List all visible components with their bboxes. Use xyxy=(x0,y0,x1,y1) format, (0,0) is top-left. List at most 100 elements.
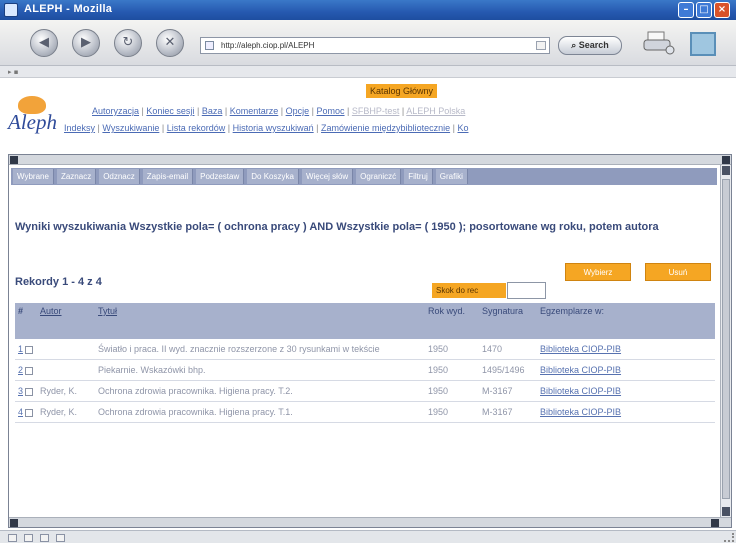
col-title[interactable]: Tytuł xyxy=(95,303,425,339)
status-chat-icon[interactable] xyxy=(40,534,49,542)
scroll-left-icon[interactable] xyxy=(10,156,18,164)
row-copies-link[interactable]: Biblioteka CIOP-PIB xyxy=(540,407,621,417)
header-links-row1: Autoryzacja | Koniec sesji | Baza | Kome… xyxy=(92,106,466,116)
table-row: 2 Piekarnie. Wskazówki bhp. 1950 1495/14… xyxy=(15,359,715,381)
row-title: Ochrona zdrowia pracownika. Higiena prac… xyxy=(95,401,425,423)
row-signature: M-3167 xyxy=(479,401,537,423)
row-author: Ryder, K. xyxy=(37,401,95,423)
row-year: 1950 xyxy=(425,401,479,423)
row-number-link[interactable]: 4 xyxy=(18,407,23,417)
table-row: 4 Ryder, K. Ochrona zdrowia pracownika. … xyxy=(15,401,715,423)
row-author xyxy=(37,359,95,381)
row-copies-link[interactable]: Biblioteka CIOP-PIB xyxy=(540,386,621,396)
link-wyszukiwanie[interactable]: Wyszukiwanie xyxy=(102,123,159,133)
link-baza[interactable]: Baza xyxy=(202,106,223,116)
col-title-link[interactable]: Tytuł xyxy=(98,306,117,316)
row-author xyxy=(37,339,95,360)
link-zamowienie[interactable]: Zamówienie międzybibliotecznie xyxy=(321,123,450,133)
scroll-right-bottom-icon[interactable] xyxy=(711,519,719,527)
link-ko[interactable]: Ko xyxy=(457,123,468,133)
scroll-right-icon[interactable] xyxy=(722,156,730,164)
status-page-icon[interactable] xyxy=(56,534,65,542)
row-signature: M-3167 xyxy=(479,380,537,402)
menu-zaznacz[interactable]: Zaznacz xyxy=(56,169,97,184)
link-aleph-polska[interactable]: ALEPH Polska xyxy=(406,106,465,116)
search-label: Search xyxy=(578,40,609,50)
row-copies-link[interactable]: Biblioteka CIOP-PIB xyxy=(540,365,621,375)
records-count: Rekordy 1 - 4 z 4 xyxy=(15,276,102,288)
resize-grip-icon[interactable] xyxy=(724,533,734,542)
maximize-button[interactable]: □ xyxy=(696,2,712,18)
action-menubar: Wybrane Zaznacz Odznacz Zapis-email Podz… xyxy=(11,168,717,185)
row-checkbox[interactable] xyxy=(25,387,34,396)
menu-podzestaw[interactable]: Podzestaw xyxy=(196,169,245,184)
link-autoryzacja[interactable]: Autoryzacja xyxy=(92,106,139,116)
top-scrollbar[interactable] xyxy=(9,155,731,165)
menu-zapis-email[interactable]: Zapis-email xyxy=(142,169,194,184)
link-komentarze[interactable]: Komentarze xyxy=(230,106,279,116)
scroll-up-icon[interactable] xyxy=(722,166,730,175)
col-num: # xyxy=(15,303,37,339)
row-title: Piekarnie. Wskazówki bhp. xyxy=(95,359,425,381)
row-checkbox[interactable] xyxy=(25,345,34,354)
row-number-link[interactable]: 2 xyxy=(18,365,23,375)
col-author[interactable]: Autor xyxy=(37,303,95,339)
menu-odznacz[interactable]: Odznacz xyxy=(99,169,140,184)
scroll-down-icon[interactable] xyxy=(722,507,730,516)
table-row: 3 Ryder, K. Ochrona zdrowia pracownika. … xyxy=(15,380,715,402)
vertical-scrollbar[interactable] xyxy=(720,165,731,517)
remove-button[interactable]: Usuń xyxy=(645,263,711,281)
minimize-button[interactable]: – xyxy=(678,2,694,18)
row-title: Ochrona zdrowia pracownika. Higiena prac… xyxy=(95,380,425,402)
menu-wybrane[interactable]: Wybrane xyxy=(13,169,54,184)
sidebar-toggle-icon[interactable] xyxy=(690,32,716,56)
row-copies-link[interactable]: Biblioteka CIOP-PIB xyxy=(540,344,621,354)
row-checkbox[interactable] xyxy=(25,408,34,417)
menu-wiecej-slow[interactable]: Więcej słów xyxy=(301,169,354,184)
address-text: http://aleph.ciop.pl/ALEPH xyxy=(221,41,315,50)
logo-text: Aleph xyxy=(8,110,57,134)
link-sfbhp-test[interactable]: SFBHP-test xyxy=(352,106,400,116)
link-opcje[interactable]: Opcje xyxy=(286,106,310,116)
content-frame: Wybrane Zaznacz Odznacz Zapis-email Podz… xyxy=(8,154,732,528)
menu-grafiki[interactable]: Grafiki xyxy=(435,169,468,184)
link-indeksy[interactable]: Indeksy xyxy=(64,123,95,133)
status-compose-icon[interactable] xyxy=(24,534,33,542)
link-lista-rekordow[interactable]: Lista rekordów xyxy=(167,123,226,133)
search-button[interactable]: ⌕ Search xyxy=(558,36,622,55)
aleph-logo: Aleph xyxy=(8,96,70,136)
row-signature: 1470 xyxy=(479,339,537,360)
row-number-link[interactable]: 1 xyxy=(18,344,23,354)
scroll-left-bottom-icon[interactable] xyxy=(10,519,18,527)
back-button[interactable]: ◀ xyxy=(30,29,58,57)
col-copies: Egzemplarze w: xyxy=(537,303,715,339)
forward-button[interactable]: ▶ xyxy=(72,29,100,57)
stop-button[interactable]: ✕ xyxy=(156,29,184,57)
col-author-link[interactable]: Autor xyxy=(40,306,62,316)
menu-ogranicz[interactable]: Ograniczć xyxy=(356,169,402,184)
select-button[interactable]: Wybierz xyxy=(565,263,631,281)
jump-to-record-input[interactable] xyxy=(507,282,546,299)
bottom-scrollbar[interactable] xyxy=(9,517,731,527)
link-koniec-sesji[interactable]: Koniec sesji xyxy=(146,106,194,116)
close-button[interactable]: × xyxy=(714,2,730,18)
status-mail-icon[interactable] xyxy=(8,534,17,542)
browser-toolbar: ◀ ▶ ↻ ✕ http://aleph.ciop.pl/ALEPH ⌕ Sea… xyxy=(0,20,736,66)
menu-filtruj[interactable]: Filtruj xyxy=(404,169,433,184)
row-signature: 1495/1496 xyxy=(479,359,537,381)
scroll-thumb[interactable] xyxy=(722,179,730,499)
link-pomoc[interactable]: Pomoc xyxy=(317,106,345,116)
menu-do-koszyka[interactable]: Do Koszyka xyxy=(247,169,299,184)
search-icon: ⌕ xyxy=(571,40,577,50)
header-links-row2: Indeksy | Wyszukiwanie | Lista rekordów … xyxy=(64,123,469,133)
row-number-link[interactable]: 3 xyxy=(18,386,23,396)
print-icon[interactable] xyxy=(642,30,676,56)
link-historia[interactable]: Historia wyszukiwań xyxy=(233,123,314,133)
window-title-bar: ALEPH - Mozilla – □ × xyxy=(0,0,736,20)
address-bar[interactable]: http://aleph.ciop.pl/ALEPH xyxy=(200,37,550,54)
row-checkbox[interactable] xyxy=(25,366,34,375)
reload-button[interactable]: ↻ xyxy=(114,29,142,57)
address-dropdown-icon[interactable] xyxy=(536,41,546,50)
forward-icon: ▶ xyxy=(81,35,91,50)
back-icon: ◀ xyxy=(39,35,49,50)
